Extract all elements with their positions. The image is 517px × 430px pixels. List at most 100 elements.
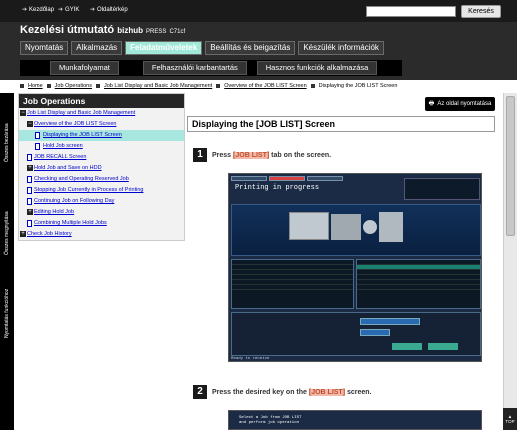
search-input[interactable]: [366, 6, 456, 17]
nav-item-label[interactable]: Combining Multiple Hold Jobs: [34, 220, 107, 226]
nav-item-label[interactable]: Displaying the JOB LIST Screen: [43, 132, 122, 138]
machine-unit: [289, 212, 329, 240]
nav-item-combining-hold-jobs[interactable]: Combining Multiple Hold Jobs: [19, 218, 184, 229]
expand-all-tab[interactable]: Összes megnyitása: [1, 193, 13, 273]
scrollbar[interactable]: [503, 93, 517, 430]
bullet-icon: [46, 84, 51, 88]
sitemap-link[interactable]: ➔ Oldaltérkép: [90, 6, 128, 14]
left-nav-panel: Job Operations − Job List Display and Bas…: [18, 93, 185, 241]
job-table: [231, 259, 354, 309]
nav-item-continuing-job[interactable]: Continuing Job on Following Day: [19, 196, 184, 207]
minus-icon[interactable]: −: [27, 121, 33, 127]
collapse-all-tab[interactable]: Összes bezárása: [1, 97, 13, 189]
print-page-label: Az oldal nyomtatása: [437, 101, 492, 107]
table-row: [232, 285, 353, 290]
breadcrumb-overview[interactable]: Overview of the JOB LIST Screen: [224, 83, 306, 89]
nav-item-label[interactable]: Check Job History: [27, 231, 72, 237]
nav-item-hold-job-save[interactable]: + Hold Job and Save on HDD: [19, 163, 184, 174]
screen-controls: [231, 312, 481, 356]
plus-icon[interactable]: +: [27, 209, 33, 215]
counter-panel: [404, 178, 480, 200]
breadcrumb-current: Displaying the JOB LIST Screen: [318, 83, 398, 89]
header: Kezelési útmutató bizhub PRESS C71cf Nyo…: [0, 22, 517, 80]
home-link[interactable]: ➔ Kezdőlap: [22, 6, 54, 14]
page-icon: [27, 154, 32, 161]
page-icon: [35, 132, 40, 139]
subtab-useful-functions[interactable]: Hasznos funkciók alkalmazása: [256, 61, 378, 75]
print-function-tab[interactable]: Nyomtatás funkcióhoz: [1, 278, 13, 348]
step-number: 1: [193, 148, 207, 162]
page-icon: [27, 187, 32, 194]
nav-item-job-recall[interactable]: JOB RECALL Screen: [19, 152, 184, 163]
page-icon: [27, 220, 32, 227]
nav-item-label[interactable]: Hold Job screen: [43, 143, 83, 149]
print-page-button[interactable]: 🖶 Az oldal nyomtatása: [425, 97, 495, 111]
sitemap-link-label[interactable]: Oldaltérkép: [97, 7, 128, 13]
model-name: C71cf: [169, 29, 186, 35]
step-key-highlight: [JOB LIST]: [233, 151, 270, 159]
main-nav: Nyomtatás Alkalmazás Feladatműveletek Be…: [20, 41, 384, 55]
job-list-tab: [269, 176, 305, 181]
nav-item-label[interactable]: Job List Display and Basic Job Managemen…: [27, 110, 135, 116]
nav-item-label[interactable]: Hold Job and Save on HDD: [34, 165, 102, 171]
scroll-thumb[interactable]: [506, 96, 515, 236]
step-key-highlight: [JOB LIST]: [308, 388, 346, 396]
tab-application[interactable]: Alkalmazás: [71, 41, 123, 55]
nav-item-label[interactable]: Checking and Operating Reserved Job: [34, 176, 129, 182]
faq-link-label[interactable]: GYIK: [65, 7, 79, 13]
nav-item-stopping-job[interactable]: Stopping Job Currently in Process of Pri…: [19, 185, 184, 196]
nav-item-editing-hold-job[interactable]: + Editing Hold Job: [19, 207, 184, 218]
home-link-label[interactable]: Kezdőlap: [29, 7, 54, 13]
screen-tabs: [231, 176, 343, 181]
sub-nav: Munkafolyamat Felhasználói karbantartás …: [20, 60, 402, 76]
nav-item-hold-job-screen[interactable]: Hold Job screen: [19, 141, 184, 152]
manual-title: Kezelési útmutató: [20, 24, 115, 36]
screen-tab: [307, 176, 343, 181]
page-title: Displaying the [JOB LIST] Screen: [187, 116, 495, 132]
tab-job-operations[interactable]: Feladatműveletek: [125, 41, 203, 55]
minus-icon[interactable]: −: [20, 110, 26, 116]
screen-key: [360, 318, 420, 325]
job-list-screenshot: Printing in progress Ready to receive: [228, 173, 482, 362]
bullet-icon: [216, 84, 221, 88]
plus-icon[interactable]: +: [20, 231, 26, 237]
step-2: 2 Press the desired key on the [JOB LIST…: [193, 385, 372, 399]
tab-machine-info[interactable]: Készülék információk: [298, 41, 384, 55]
subtab-user-maintenance[interactable]: Felhasználói karbantartás: [142, 61, 247, 75]
page-icon: [27, 176, 32, 183]
step-text-pre: Press: [212, 151, 234, 159]
app-title: Kezelési útmutató bizhub PRESS C71cf: [20, 24, 185, 36]
search-button[interactable]: Keresés: [461, 5, 501, 18]
nav-item-check-job-history[interactable]: + Check Job History: [19, 229, 184, 240]
side-tabs: Összes bezárása Összes megnyitása Nyomta…: [0, 93, 14, 430]
machine-unit: [379, 212, 403, 242]
breadcrumb-home[interactable]: Home: [28, 83, 43, 89]
nav-item-label[interactable]: Overview of the JOB LIST Screen: [34, 121, 116, 127]
back-to-top-button[interactable]: ▲ TOP: [503, 408, 517, 430]
nav-item-job-list-display[interactable]: − Job List Display and Basic Job Manageme…: [19, 108, 184, 119]
tab-settings-adjustment[interactable]: Beállítás és beigazítás: [205, 41, 296, 55]
top-label: TOP: [505, 419, 515, 424]
nav-item-reserved-job[interactable]: Checking and Operating Reserved Job: [19, 174, 184, 185]
nav-item-displaying-job-list[interactable]: Displaying the JOB LIST Screen: [19, 130, 184, 141]
nav-item-label[interactable]: Stopping Job Currently in Process of Pri…: [34, 187, 143, 193]
subtab-workflow[interactable]: Munkafolyamat: [50, 61, 119, 75]
nav-item-overview[interactable]: − Overview of the JOB LIST Screen: [19, 119, 184, 130]
breadcrumb-job-operations[interactable]: Job Operations: [55, 83, 92, 89]
bullet-icon: [95, 84, 100, 88]
page-icon: [35, 143, 40, 150]
machine-unit: [363, 220, 377, 234]
breadcrumb-job-list-display[interactable]: Job List Display and Basic Job Managemen…: [104, 83, 212, 89]
machine-unit: [331, 214, 361, 240]
breadcrumb: Home Job Operations Job List Display and…: [20, 81, 397, 91]
plus-icon[interactable]: +: [27, 165, 33, 171]
panel-title: Job Operations: [19, 94, 184, 108]
faq-link[interactable]: ➔ GYIK: [58, 6, 79, 14]
collapse-all-label: Összes bezárása: [4, 123, 10, 163]
nav-item-label[interactable]: Continuing Job on Following Day: [34, 198, 114, 204]
step-1: 1 Press [JOB LIST] tab on the screen.: [193, 148, 331, 162]
nav-item-label[interactable]: JOB RECALL Screen: [34, 154, 86, 160]
step-number: 2: [193, 385, 207, 399]
nav-item-label[interactable]: Editing Hold Job: [34, 209, 74, 215]
tab-printing[interactable]: Nyomtatás: [20, 41, 69, 55]
